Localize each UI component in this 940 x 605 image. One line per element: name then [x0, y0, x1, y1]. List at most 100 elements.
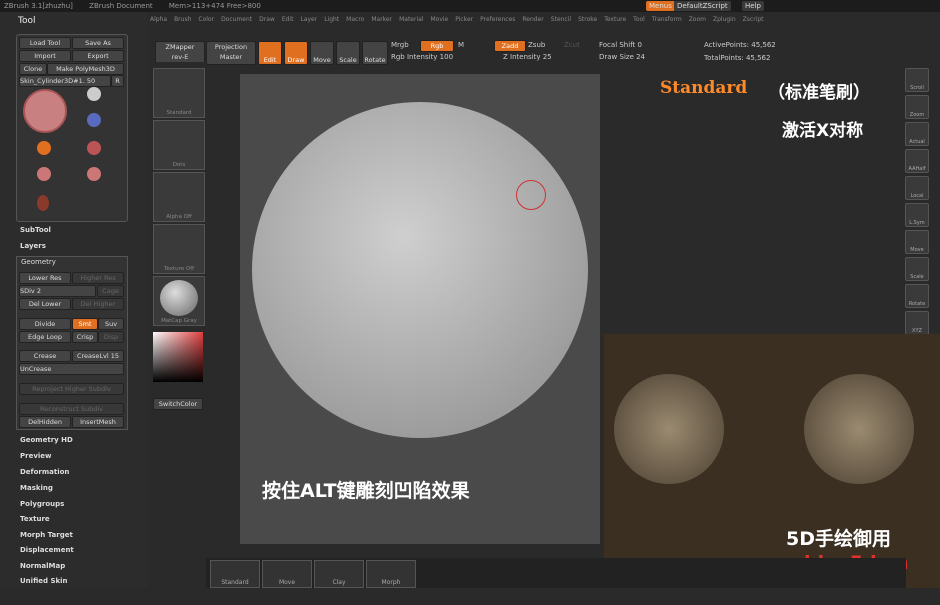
mrgb-toggle[interactable]: Mrgb: [391, 41, 409, 49]
sdiv-slider[interactable]: SDiv 2: [19, 285, 96, 297]
del-higher-button[interactable]: Del Higher: [72, 298, 124, 310]
z-intensity-slider[interactable]: Z Intensity 25: [503, 53, 552, 61]
menu-document[interactable]: Document: [221, 16, 252, 23]
right-zoom-button[interactable]: Zoom: [905, 95, 929, 119]
bottom-morph-brush[interactable]: Morph: [366, 560, 416, 588]
draw-size-slider[interactable]: Draw Size 24: [599, 53, 645, 61]
eraser-brush-thumb[interactable]: [87, 141, 101, 155]
menu-material[interactable]: Material: [399, 16, 423, 23]
geometry-hd-section[interactable]: Geometry HD: [20, 436, 73, 444]
skin-cylinder-thumb[interactable]: [23, 89, 67, 133]
menu-zoom[interactable]: Zoom: [689, 16, 706, 23]
alpha-brush-thumb[interactable]: [87, 113, 101, 127]
help-button[interactable]: Help: [742, 1, 764, 11]
cage-button[interactable]: Cage: [97, 285, 124, 297]
crisp-toggle[interactable]: Crisp: [72, 331, 98, 343]
texture-section[interactable]: Texture: [20, 515, 50, 523]
edit-button[interactable]: Edit: [258, 41, 282, 65]
simple-brush-thumb[interactable]: [37, 141, 51, 155]
menu-layer[interactable]: Layer: [300, 16, 317, 23]
alpha-thumb[interactable]: Alpha Off: [153, 172, 205, 222]
normalmap-section[interactable]: NormalMap: [20, 562, 65, 570]
displacement-section[interactable]: Displacement: [20, 546, 74, 554]
del-hidden-button[interactable]: DelHidden: [19, 416, 71, 428]
menu-tool[interactable]: Tool: [633, 16, 645, 23]
menu-light[interactable]: Light: [324, 16, 339, 23]
menu-alpha[interactable]: Alpha: [150, 16, 167, 23]
right-move-button[interactable]: Move: [905, 230, 929, 254]
make-polymesh-button[interactable]: Make PolyMesh3D: [47, 63, 124, 75]
focal-shift-slider[interactable]: Focal Shift 0: [599, 41, 642, 49]
disp-slider[interactable]: Disp: [98, 331, 124, 343]
menu-zscript[interactable]: Zscript: [743, 16, 764, 23]
cylinder3d-1-thumb[interactable]: [37, 195, 49, 211]
menu-edit[interactable]: Edit: [282, 16, 294, 23]
right-xyz-button[interactable]: XYZ: [905, 311, 929, 335]
bottom-standard-brush[interactable]: Standard: [210, 560, 260, 588]
menus-button[interactable]: Menus: [646, 1, 675, 11]
texture-thumb[interactable]: Texture Off: [153, 224, 205, 274]
zsub-toggle[interactable]: Zsub: [528, 41, 545, 49]
current-tool-slider[interactable]: Skin_Cylinder3D#1. 50: [19, 75, 111, 87]
subtool-section[interactable]: SubTool: [20, 226, 51, 234]
right-rotate-button[interactable]: Rotate: [905, 284, 929, 308]
menu-color[interactable]: Color: [198, 16, 214, 23]
menu-stroke[interactable]: Stroke: [578, 16, 597, 23]
menu-texture[interactable]: Texture: [604, 16, 626, 23]
menu-render[interactable]: Render: [522, 16, 543, 23]
menu-transform[interactable]: Transform: [652, 16, 682, 23]
move-button[interactable]: Move: [310, 41, 334, 65]
export-button[interactable]: Export: [72, 50, 124, 62]
right-actual-button[interactable]: Actual: [905, 122, 929, 146]
higher-res-button[interactable]: Higher Res: [72, 272, 124, 284]
crease-level-slider[interactable]: CreaseLvl 15: [72, 350, 124, 362]
import-button[interactable]: Import: [19, 50, 71, 62]
color-picker[interactable]: [153, 332, 203, 382]
clone-button[interactable]: Clone: [19, 63, 47, 75]
zcut-toggle[interactable]: Zcut: [564, 41, 580, 49]
lower-res-button[interactable]: Lower Res: [19, 272, 71, 284]
standard-brush-thumb[interactable]: Standard: [153, 68, 205, 118]
draw-button[interactable]: Draw: [284, 41, 308, 65]
edge-loop-button[interactable]: Edge Loop: [19, 331, 71, 343]
right-aahalf-button[interactable]: AAHalf: [905, 149, 929, 173]
divide-button[interactable]: Divide: [19, 318, 71, 330]
menu-zplugin[interactable]: Zplugin: [713, 16, 736, 23]
menu-brush[interactable]: Brush: [174, 16, 191, 23]
zadd-toggle[interactable]: Zadd: [494, 40, 526, 52]
projection-master-button[interactable]: Projection Master: [206, 41, 256, 65]
uncrease-button[interactable]: UnCrease: [19, 363, 124, 375]
del-lower-button[interactable]: Del Lower: [19, 298, 71, 310]
sphere-brush-thumb[interactable]: [87, 87, 101, 101]
rotate-button[interactable]: Rotate: [362, 41, 388, 65]
rgb-toggle[interactable]: Rgb: [420, 40, 454, 52]
menu-preferences[interactable]: Preferences: [480, 16, 515, 23]
suv-toggle[interactable]: Suv: [98, 318, 124, 330]
unified-skin-section[interactable]: Unified Skin: [20, 577, 68, 585]
switch-color-button[interactable]: SwitchColor: [153, 398, 203, 410]
skin-cylinder-thumb-2[interactable]: [87, 167, 101, 181]
bottom-move-brush[interactable]: Move: [262, 560, 312, 588]
reconstruct-button[interactable]: Reconstruct Subdiv: [19, 403, 124, 415]
matcap-thumb[interactable]: MatCap Gray: [153, 276, 205, 326]
crease-button[interactable]: Crease: [19, 350, 71, 362]
load-tool-button[interactable]: Load Tool: [19, 37, 71, 49]
menu-movie[interactable]: Movie: [430, 16, 448, 23]
menu-stencil[interactable]: Stencil: [551, 16, 571, 23]
menu-macro[interactable]: Macro: [346, 16, 364, 23]
r-button[interactable]: R: [111, 75, 124, 87]
masking-section[interactable]: Masking: [20, 484, 53, 492]
smt-toggle[interactable]: Smt: [72, 318, 98, 330]
menu-draw[interactable]: Draw: [259, 16, 275, 23]
preview-section[interactable]: Preview: [20, 452, 52, 460]
reproject-button[interactable]: Reproject Higher Subdiv: [19, 383, 124, 395]
scale-button[interactable]: Scale: [336, 41, 360, 65]
right-scroll-button[interactable]: Scroll: [905, 68, 929, 92]
m-toggle[interactable]: M: [458, 41, 464, 49]
bottom-clay-brush[interactable]: Clay: [314, 560, 364, 588]
deformation-section[interactable]: Deformation: [20, 468, 69, 476]
save-as-button[interactable]: Save As: [72, 37, 124, 49]
layers-section[interactable]: Layers: [20, 242, 46, 250]
dots-stroke-thumb[interactable]: Dots: [153, 120, 205, 170]
rgb-intensity-slider[interactable]: Rgb Intensity 100: [391, 53, 453, 61]
